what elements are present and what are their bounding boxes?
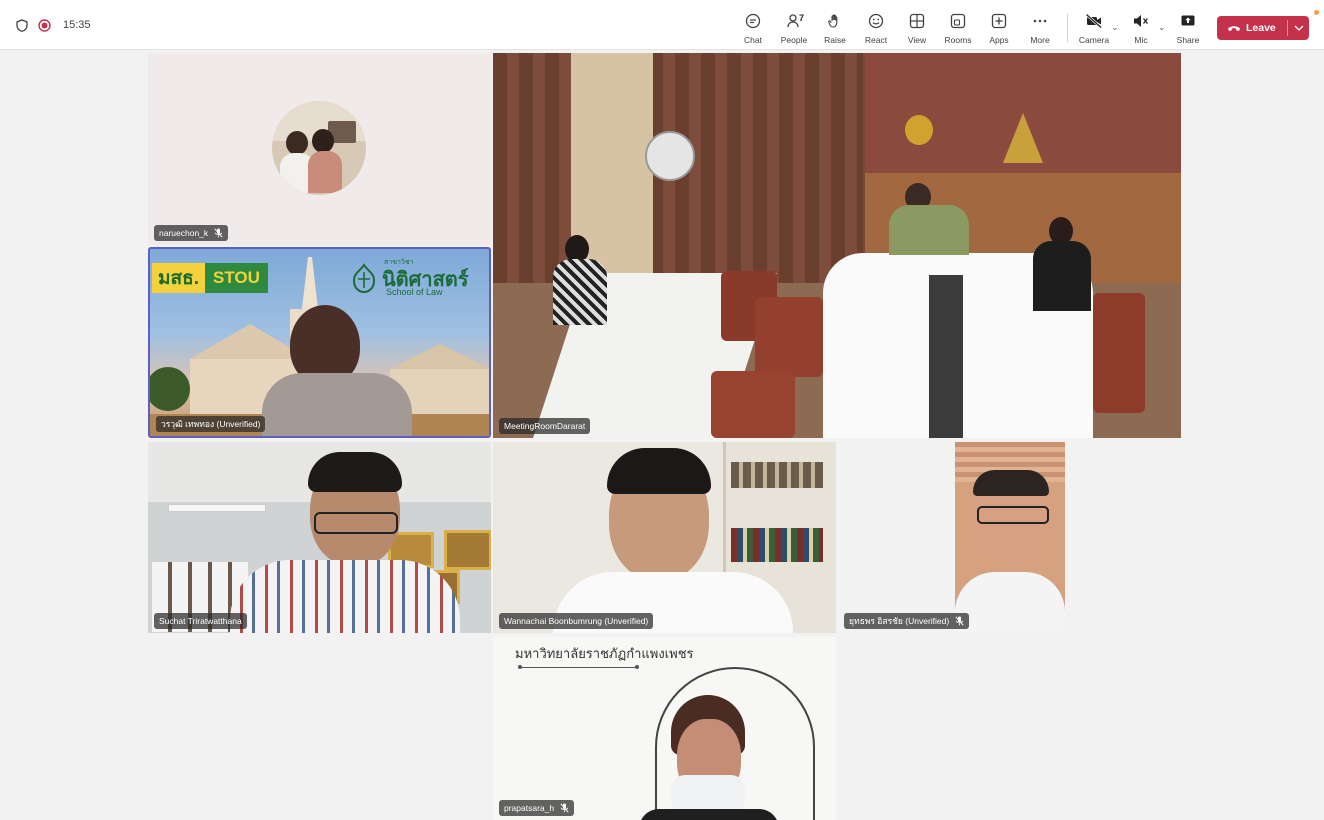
participant-name-tag: naruechon_k: [154, 225, 229, 241]
chair: [711, 371, 795, 438]
participant-person: [889, 205, 969, 255]
participant-name-tag: Suchat Triratwatthana: [154, 613, 247, 629]
mic-label: Mic: [1134, 35, 1148, 45]
wall-picture: [444, 530, 491, 570]
add-app-icon: [991, 13, 1007, 29]
participant-tile-meeting-room[interactable]: MeetingRoomDararat: [493, 53, 1181, 438]
share-label: Share: [1176, 35, 1200, 45]
view-button[interactable]: View: [897, 10, 937, 46]
more-label: More: [1030, 35, 1050, 45]
leave-options-chevron-icon[interactable]: [1288, 16, 1309, 40]
participant-tile-suchat[interactable]: Suchat Triratwatthana: [148, 442, 491, 633]
more-button[interactable]: More: [1020, 10, 1060, 46]
react-button[interactable]: React: [856, 10, 896, 46]
shield-icon[interactable]: [16, 18, 28, 32]
rooms-label: Rooms: [944, 35, 972, 45]
share-button[interactable]: Share: [1168, 10, 1208, 46]
participant-name: MeetingRoomDararat: [504, 421, 586, 431]
participant-tile-yutthaporn[interactable]: ยุทธพร อิสรชัย (Unverified): [838, 442, 1181, 633]
participant-name: Suchat Triratwatthana: [159, 616, 242, 626]
banner-dot: [518, 665, 522, 669]
participant-name-tag: วรวุฒิ เทพทอง (Unverified): [156, 416, 266, 432]
table-center-strip: [929, 275, 963, 438]
hang-up-icon: [1228, 26, 1240, 31]
participant-name: naruechon_k: [159, 228, 209, 238]
mic-button[interactable]: Mic: [1121, 10, 1161, 46]
participant-tile-naruechon[interactable]: naruechon_k: [148, 53, 491, 245]
people-button[interactable]: 7 People: [774, 10, 814, 46]
chat-label: Chat: [744, 35, 762, 45]
raise-hand-button[interactable]: Raise: [815, 10, 855, 46]
people-label: People: [780, 35, 808, 45]
standing-fan: [645, 131, 695, 181]
notification-dot: [1314, 10, 1319, 15]
participant-person: [553, 259, 607, 325]
chat-icon: [745, 13, 761, 29]
speaker-muted-icon: [1134, 15, 1149, 27]
mic-muted-icon: [560, 803, 569, 813]
mic-options-chevron-icon[interactable]: ⌄: [1158, 22, 1166, 33]
participant-tile-worawut[interactable]: มสธ. STOU สาขาวิชา นิติศาสตร์ School of …: [148, 247, 491, 438]
participant-hair: [308, 452, 402, 492]
leave-main[interactable]: Leave: [1217, 16, 1287, 40]
participant-name-tag: MeetingRoomDararat: [499, 418, 591, 434]
participant-name-tag: ยุทธพร อิสรชัย (Unverified): [844, 613, 970, 629]
meeting-toolbar: 15:35 Chat 7 People Raise React View Roo…: [0, 0, 1324, 50]
participant-body: [262, 373, 412, 436]
banner-dot: [635, 665, 639, 669]
react-label: React: [864, 35, 888, 45]
participant-name: prapatsara_h: [504, 803, 555, 813]
meeting-timer: 15:35: [63, 19, 91, 31]
apps-label: Apps: [989, 35, 1009, 45]
camera-button[interactable]: Camera: [1074, 10, 1114, 46]
leave-label: Leave: [1246, 22, 1276, 34]
participant-person: [1033, 241, 1091, 311]
mic-muted-icon: [214, 228, 223, 238]
camera-off-icon: [1085, 13, 1102, 29]
breakout-rooms-icon: [950, 13, 966, 29]
participant-body: [230, 560, 460, 633]
chair: [1093, 293, 1145, 413]
more-ellipsis-icon: [1033, 19, 1047, 23]
participant-tile-prapatsara[interactable]: มหาวิทยาลัยราชภัฏกำแพงเพชร prapatsara_h: [493, 637, 836, 820]
rooms-button[interactable]: Rooms: [938, 10, 978, 46]
participant-name-tag: prapatsara_h: [499, 800, 575, 816]
toolbar-divider: [1067, 14, 1068, 42]
ceiling-light: [168, 504, 266, 512]
participant-name: Wannachai Boonbumrung (Unverified): [504, 616, 649, 626]
participant-body: [639, 809, 779, 820]
participant-hair: [607, 448, 711, 494]
meeting-status: 15:35: [16, 0, 91, 50]
share-screen-icon: [1181, 15, 1195, 26]
avatar: [272, 101, 366, 195]
camera-label: Camera: [1078, 35, 1110, 45]
chair: [755, 297, 823, 377]
chat-button[interactable]: Chat: [733, 10, 773, 46]
recording-icon: [38, 18, 51, 32]
people-count: 7: [799, 13, 805, 23]
bookshelf-books: [731, 462, 823, 488]
participant-name: ยุทธพร อิสรชัย (Unverified): [849, 616, 950, 626]
participant-glasses: [314, 512, 398, 534]
raise-label: Raise: [824, 35, 846, 45]
university-banner-text: มหาวิทยาลัยราชภัฏกำแพงเพชร: [515, 646, 694, 661]
hand-icon: [828, 14, 838, 28]
smiley-icon: [868, 13, 884, 29]
apps-button[interactable]: Apps: [979, 10, 1019, 46]
grid-view-icon: [909, 13, 925, 29]
banner-underline: [519, 667, 637, 668]
mic-muted-icon: [955, 616, 964, 626]
participant-name: วรวุฒิ เทพทอง (Unverified): [161, 419, 261, 429]
leave-button[interactable]: Leave: [1217, 16, 1309, 40]
view-label: View: [907, 35, 927, 45]
participant-name-tag: Wannachai Boonbumrung (Unverified): [499, 613, 654, 629]
camera-options-chevron-icon[interactable]: ⌄: [1111, 22, 1119, 33]
bookshelf-books: [731, 528, 823, 562]
flowers: [905, 115, 933, 145]
participant-video: [955, 442, 1065, 633]
participant-tile-wannachai[interactable]: Wannachai Boonbumrung (Unverified): [493, 442, 836, 633]
